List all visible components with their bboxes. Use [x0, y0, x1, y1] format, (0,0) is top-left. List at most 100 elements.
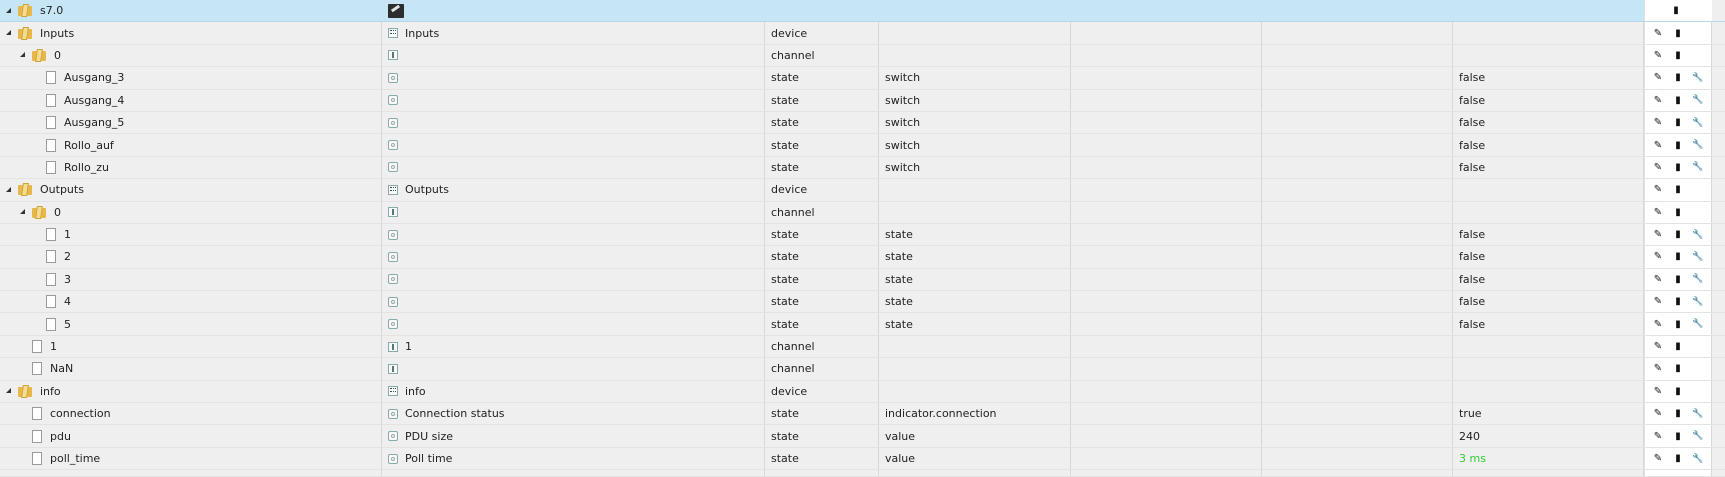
pencil-icon[interactable]: ✎ [1648, 136, 1668, 154]
trash-icon[interactable]: ▮ [1668, 270, 1688, 288]
scrollbar-gutter[interactable] [1712, 44, 1725, 67]
scrollbar-gutter[interactable] [1712, 335, 1725, 358]
tree-row-root[interactable]: s7.0 ▮ [0, 0, 1725, 23]
expand-toggle[interactable] [4, 28, 14, 38]
trash-icon[interactable]: ▮ [1668, 203, 1688, 221]
trash-icon[interactable]: ▮ [1668, 226, 1688, 244]
tree-row-15[interactable]: NaN channel ✎ ▮ [0, 358, 1725, 381]
pencil-icon[interactable]: ✎ [1648, 91, 1668, 109]
wrench-icon[interactable]: 🔧 [1688, 293, 1708, 311]
pencil-icon[interactable]: ✎ [1648, 450, 1668, 468]
scrollbar-gutter[interactable] [1712, 22, 1725, 44]
trash-icon[interactable]: ▮ [1666, 2, 1686, 20]
wrench-icon[interactable]: 🔧 [1688, 158, 1708, 176]
tree-row-14[interactable]: 1 1 channel ✎ ▮ [0, 335, 1725, 359]
scrollbar-gutter[interactable] [1712, 223, 1725, 246]
expand-toggle[interactable] [18, 207, 28, 217]
tree-row-8[interactable]: 0 channel ✎ ▮ [0, 201, 1725, 224]
tree-row-7[interactable]: Outputs Outputs device ✎ ▮ [0, 179, 1725, 202]
pencil-icon[interactable]: ✎ [1648, 24, 1668, 42]
pencil-icon[interactable]: ✎ [1648, 427, 1668, 445]
pencil-icon[interactable]: ✎ [1648, 46, 1668, 64]
pencil-icon[interactable]: ✎ [1648, 114, 1668, 132]
tree-row-6[interactable]: Rollo_zu state switch false ✎ ▮ 🔧 [0, 156, 1725, 180]
pencil-icon[interactable]: ✎ [1648, 382, 1668, 400]
tree-row-9[interactable]: 1 state state false ✎ ▮ 🔧 [0, 223, 1725, 247]
tree-row-0[interactable]: Inputs Inputs device ✎ ▮ [0, 22, 1725, 45]
pencil-icon[interactable]: ✎ [1648, 360, 1668, 378]
wrench-icon[interactable]: 🔧 [1688, 315, 1708, 333]
wrench-icon[interactable]: 🔧 [1688, 405, 1708, 423]
pencil-icon[interactable]: ✎ [1648, 203, 1668, 221]
tree-row-17[interactable]: connection Connection status state indic… [0, 403, 1725, 426]
trash-icon[interactable]: ▮ [1668, 91, 1688, 109]
pencil-icon[interactable]: ✎ [1648, 270, 1668, 288]
expand-toggle[interactable] [4, 6, 14, 16]
trash-icon[interactable]: ▮ [1668, 136, 1688, 154]
pencil-icon[interactable]: ✎ [1648, 69, 1668, 87]
pencil-icon[interactable]: ✎ [1648, 226, 1668, 244]
scrollbar-gutter[interactable] [1712, 380, 1725, 403]
scrollbar-gutter[interactable] [1712, 268, 1725, 291]
wrench-icon[interactable]: 🔧 [1688, 427, 1708, 445]
tree-row-4[interactable]: Ausgang_5 state switch false ✎ ▮ 🔧 [0, 111, 1725, 135]
trash-icon[interactable]: ▮ [1668, 114, 1688, 132]
trash-icon[interactable]: ▮ [1668, 382, 1688, 400]
scrollbar-gutter[interactable] [1712, 156, 1725, 179]
pencil-icon[interactable]: ✎ [1648, 158, 1668, 176]
tree-row-12[interactable]: 4 state state false ✎ ▮ 🔧 [0, 291, 1725, 314]
pencil-icon[interactable]: ✎ [1648, 181, 1668, 199]
trash-icon[interactable]: ▮ [1668, 450, 1688, 468]
expand-toggle[interactable] [18, 50, 28, 60]
tree-row-16[interactable]: info info device ✎ ▮ [0, 380, 1725, 404]
scrollbar-gutter[interactable] [1712, 134, 1725, 156]
tree-row-1[interactable]: 0 channel ✎ ▮ [0, 44, 1725, 68]
tree-row-10[interactable]: 2 state state false ✎ ▮ 🔧 [0, 246, 1725, 269]
tree-row-18[interactable]: pdu PDU size state value 240 ✎ ▮ 🔧 [0, 425, 1725, 448]
scrollbar-gutter[interactable] [1712, 447, 1725, 470]
scrollbar-gutter[interactable] [1712, 246, 1725, 268]
pencil-icon[interactable]: ✎ [1648, 248, 1668, 266]
trash-icon[interactable]: ▮ [1668, 248, 1688, 266]
tree-row-3[interactable]: Ausgang_4 state switch false ✎ ▮ 🔧 [0, 89, 1725, 112]
tree-row-11[interactable]: 3 state state false ✎ ▮ 🔧 [0, 268, 1725, 292]
expand-toggle[interactable] [4, 386, 14, 396]
wrench-icon[interactable]: 🔧 [1688, 450, 1708, 468]
trash-icon[interactable]: ▮ [1668, 46, 1688, 64]
scrollbar-gutter[interactable] [1712, 425, 1725, 447]
scrollbar-gutter[interactable] [1712, 313, 1725, 335]
pencil-icon[interactable]: ✎ [1648, 315, 1668, 333]
expand-toggle[interactable] [4, 185, 14, 195]
trash-icon[interactable]: ▮ [1668, 293, 1688, 311]
pencil-icon[interactable]: ✎ [1648, 293, 1668, 311]
scrollbar-gutter[interactable] [1712, 89, 1725, 111]
trash-icon[interactable]: ▮ [1668, 338, 1688, 356]
wrench-icon[interactable]: 🔧 [1688, 136, 1708, 154]
trash-icon[interactable]: ▮ [1668, 315, 1688, 333]
scrollbar-gutter[interactable] [1712, 111, 1725, 134]
scrollbar-gutter[interactable] [1712, 67, 1725, 89]
tree-row-2[interactable]: Ausgang_3 state switch false ✎ ▮ 🔧 [0, 67, 1725, 90]
scrollbar-gutter[interactable] [1712, 358, 1725, 380]
trash-icon[interactable]: ▮ [1668, 405, 1688, 423]
wrench-icon[interactable]: 🔧 [1688, 114, 1708, 132]
scrollbar-gutter[interactable] [1712, 403, 1725, 425]
wrench-icon[interactable]: 🔧 [1688, 226, 1708, 244]
tree-row-19[interactable]: poll_time Poll time state value 3 ms ✎ ▮ 🔧 [0, 447, 1725, 471]
scrollbar-gutter[interactable] [1712, 0, 1725, 22]
scrollbar-gutter[interactable] [1712, 470, 1725, 477]
wrench-icon[interactable]: 🔧 [1688, 69, 1708, 87]
trash-icon[interactable]: ▮ [1668, 158, 1688, 176]
tree-row-13[interactable]: 5 state state false ✎ ▮ 🔧 [0, 313, 1725, 336]
wrench-icon[interactable]: 🔧 [1688, 270, 1708, 288]
pencil-icon[interactable]: ✎ [1648, 338, 1668, 356]
scrollbar-gutter[interactable] [1712, 291, 1725, 313]
scrollbar-gutter[interactable] [1712, 201, 1725, 223]
pencil-icon[interactable]: ✎ [1648, 405, 1668, 423]
scrollbar-gutter[interactable] [1712, 179, 1725, 201]
trash-icon[interactable]: ▮ [1668, 181, 1688, 199]
tree-row-5[interactable]: Rollo_auf state switch false ✎ ▮ 🔧 [0, 134, 1725, 157]
trash-icon[interactable]: ▮ [1668, 360, 1688, 378]
trash-icon[interactable]: ▮ [1668, 69, 1688, 87]
wrench-icon[interactable]: 🔧 [1688, 248, 1708, 266]
